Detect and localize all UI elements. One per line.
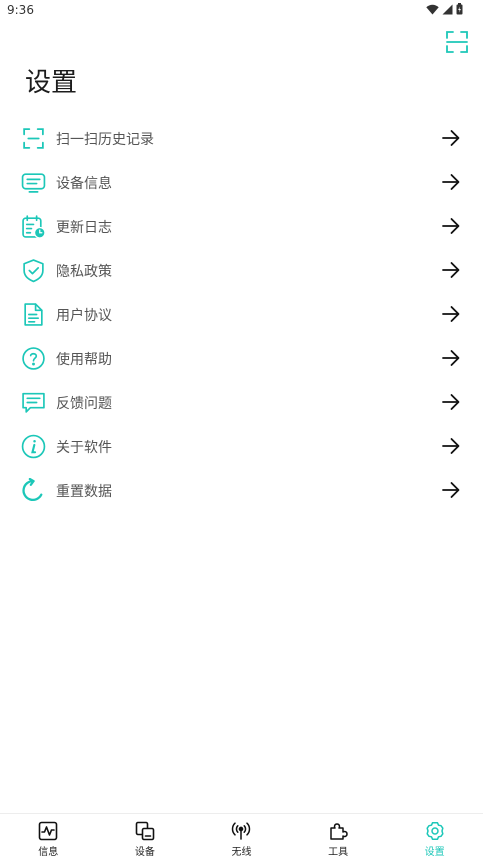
menu-item-scan-history[interactable]: 扫一扫历史记录 <box>0 116 483 160</box>
menu-item-user-agreement[interactable]: 用户协议 <box>0 292 483 336</box>
status-icons <box>426 3 463 15</box>
arrow-right-icon <box>442 218 460 234</box>
arrow-right-icon <box>442 482 460 498</box>
arrow-right-icon <box>442 130 460 146</box>
bottom-nav: 信息 设备 无线 工具 设置 <box>0 813 483 860</box>
arrow-right-icon <box>442 394 460 410</box>
info-icon <box>21 434 46 459</box>
tab-devices[interactable]: 设备 <box>97 814 194 860</box>
menu-item-label: 设备信息 <box>56 176 112 192</box>
menu-item-label: 用户协议 <box>56 308 112 324</box>
menu-item-changelog[interactable]: 更新日志 <box>0 204 483 248</box>
nav-label: 无线 <box>231 847 252 858</box>
tab-wireless[interactable]: 无线 <box>193 814 290 860</box>
arrow-right-icon <box>442 438 460 454</box>
tab-settings[interactable]: 设置 <box>386 814 483 860</box>
menu-item-label: 重置数据 <box>56 484 112 500</box>
document-icon <box>24 303 43 326</box>
calendar-clock-icon <box>22 215 46 239</box>
refresh-icon <box>22 478 43 501</box>
wifi-icon <box>426 4 439 14</box>
nav-label: 设备 <box>134 847 155 858</box>
devices-icon <box>135 821 155 841</box>
battery-icon <box>456 3 463 15</box>
arrow-right-icon <box>442 350 460 366</box>
menu-item-label: 反馈问题 <box>56 396 112 412</box>
device-info-icon <box>21 173 46 193</box>
scan-icon <box>23 128 44 149</box>
status-time: 9:36 <box>7 3 34 17</box>
puzzle-icon <box>330 823 348 840</box>
menu-item-privacy-policy[interactable]: 隐私政策 <box>0 248 483 292</box>
arrow-right-icon <box>442 306 460 322</box>
feedback-icon <box>22 392 45 413</box>
menu-item-help[interactable]: 使用帮助 <box>0 336 483 380</box>
scan-button[interactable] <box>446 31 468 53</box>
page-title: 设置 <box>25 68 78 98</box>
tab-tools[interactable]: 工具 <box>290 814 387 860</box>
wireless-icon <box>232 822 251 840</box>
activity-icon <box>38 821 58 841</box>
menu-item-reset-data[interactable]: 重置数据 <box>0 468 483 512</box>
menu-item-feedback[interactable]: 反馈问题 <box>0 380 483 424</box>
menu-item-label: 隐私政策 <box>56 264 112 280</box>
menu-item-label: 关于软件 <box>56 440 112 456</box>
menu-item-label: 扫一扫历史记录 <box>56 132 154 148</box>
nav-label: 设置 <box>424 847 445 858</box>
shield-check-icon <box>23 259 44 283</box>
status-bar: 9:36 <box>0 0 483 22</box>
help-icon <box>22 347 45 370</box>
arrow-right-icon <box>442 262 460 278</box>
menu-item-label: 更新日志 <box>56 220 112 236</box>
nav-label: 工具 <box>328 847 349 858</box>
arrow-right-icon <box>442 174 460 190</box>
signal-icon <box>442 4 453 14</box>
settings-icon <box>426 822 444 840</box>
menu-item-label: 使用帮助 <box>56 352 112 368</box>
settings-menu: 扫一扫历史记录 设备信息 更新日志 隐私政策 用户协议 使用帮助 反馈问题 关于… <box>0 116 483 512</box>
nav-label: 信息 <box>38 847 59 858</box>
menu-item-about[interactable]: 关于软件 <box>0 424 483 468</box>
menu-item-device-info[interactable]: 设备信息 <box>0 160 483 204</box>
tab-info[interactable]: 信息 <box>0 814 97 860</box>
